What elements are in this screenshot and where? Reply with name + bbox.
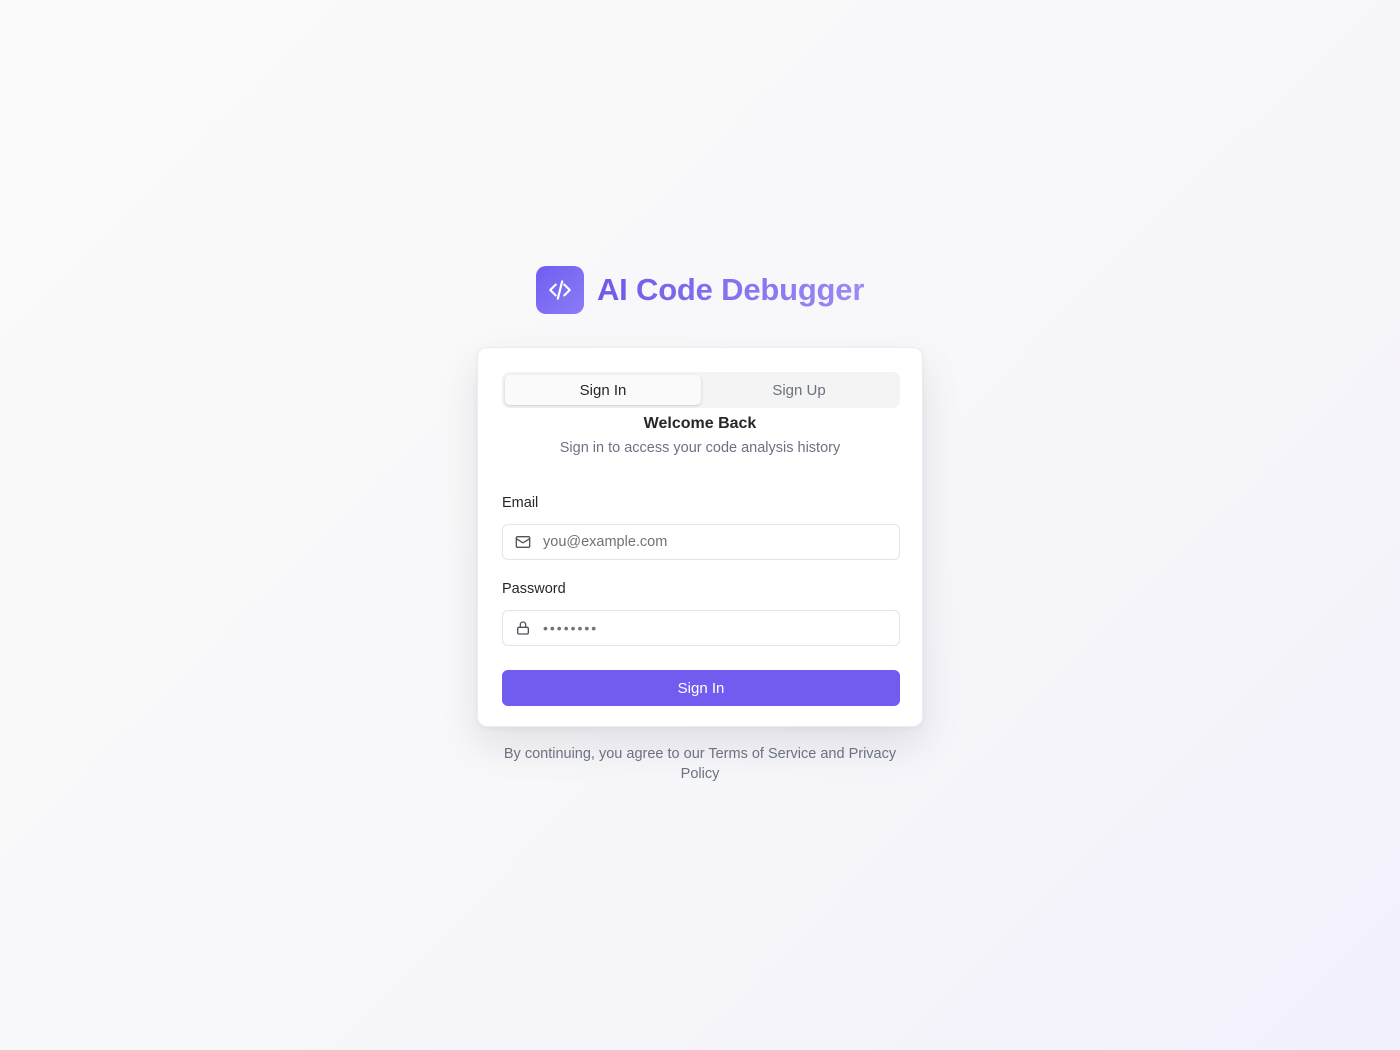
auth-card: Sign In Sign Up Welcome Back Sign in to … bbox=[477, 347, 923, 727]
password-field-wrapper bbox=[502, 610, 900, 646]
welcome-heading: Welcome Back bbox=[643, 415, 757, 432]
terms-notice: By continuing, you agree to our Terms of… bbox=[503, 746, 897, 782]
tab-sign-in[interactable]: Sign In bbox=[505, 375, 701, 405]
welcome-subheading: Sign in to access your code analysis his… bbox=[559, 440, 841, 456]
code-brackets-icon bbox=[536, 266, 584, 314]
brand-header: AI Code Debugger bbox=[536, 266, 864, 314]
auth-tabs: Sign In Sign Up bbox=[502, 372, 900, 408]
tab-sign-up[interactable]: Sign Up bbox=[701, 375, 897, 405]
email-input[interactable] bbox=[543, 534, 883, 550]
lock-icon bbox=[515, 620, 531, 636]
password-input[interactable] bbox=[543, 620, 883, 636]
email-label: Email bbox=[502, 495, 539, 511]
mail-icon bbox=[515, 534, 531, 550]
email-field-wrapper bbox=[502, 524, 900, 560]
app-title: AI Code Debugger bbox=[597, 266, 864, 314]
password-label: Password bbox=[502, 581, 566, 597]
sign-in-button[interactable]: Sign In bbox=[502, 670, 900, 706]
